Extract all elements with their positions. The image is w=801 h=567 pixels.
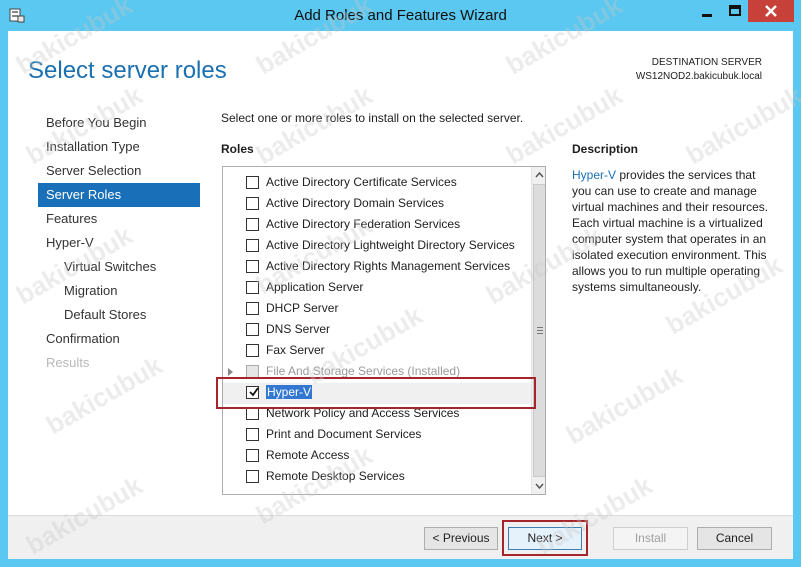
roles-list[interactable]: Active Directory Certificate Services Ac… [222, 166, 546, 495]
description-highlight: Hyper-V [572, 168, 617, 182]
nav-features[interactable]: Features [38, 207, 200, 231]
grip-icon [537, 327, 543, 336]
role-label: Active Directory Lightweight Directory S… [266, 238, 515, 252]
role-label: Active Directory Rights Management Servi… [266, 259, 511, 273]
scroll-thumb[interactable] [533, 184, 545, 477]
description-header: Description [572, 142, 639, 156]
role-checkbox[interactable] [246, 470, 259, 483]
wizard-nav: Before You Begin Installation Type Serve… [38, 111, 200, 375]
role-label: Active Directory Certificate Services [266, 175, 457, 189]
nav-confirmation[interactable]: Confirmation [38, 327, 200, 351]
role-checkbox[interactable] [246, 197, 259, 210]
role-label: Application Server [266, 280, 364, 294]
wizard-client: Select server roles DESTINATION SERVER W… [8, 31, 793, 559]
hyper-v-highlight-frame [216, 377, 536, 409]
role-row[interactable]: Remote Access [223, 446, 531, 467]
cancel-button[interactable]: Cancel [697, 527, 772, 550]
install-button: Install [613, 527, 688, 550]
role-row[interactable]: Remote Desktop Services [223, 467, 531, 488]
close-button[interactable] [748, 0, 794, 22]
role-label: File And Storage Services (Installed) [266, 364, 461, 378]
destination-server-name: WS12NOD2.bakicubuk.local [635, 71, 762, 82]
role-checkbox[interactable] [246, 281, 259, 294]
expand-arrow-icon[interactable] [228, 368, 233, 376]
role-row[interactable]: Active Directory Certificate Services [223, 173, 531, 194]
role-row[interactable]: Print and Document Services [223, 425, 531, 446]
nav-installation-type[interactable]: Installation Type [38, 135, 200, 159]
role-label: Fax Server [266, 343, 325, 357]
role-label: Print and Document Services [266, 427, 422, 441]
role-checkbox[interactable] [246, 302, 259, 315]
role-row[interactable]: DNS Server [223, 320, 531, 341]
minimize-button[interactable] [694, 0, 720, 22]
nav-virtual-switches[interactable]: Virtual Switches [38, 255, 200, 279]
role-row[interactable]: DHCP Server [223, 299, 531, 320]
role-row[interactable]: Active Directory Domain Services [223, 194, 531, 215]
role-row[interactable]: Active Directory Rights Management Servi… [223, 257, 531, 278]
role-label: Active Directory Domain Services [266, 196, 445, 210]
destination-label: DESTINATION SERVER [651, 57, 762, 68]
window-title: Add Roles and Features Wizard [294, 7, 507, 24]
role-row[interactable]: Active Directory Federation Services [223, 215, 531, 236]
role-checkbox[interactable] [246, 260, 259, 273]
role-checkbox[interactable] [246, 176, 259, 189]
destination-server-info: DESTINATION SERVER WS12NOD2.bakicubuk.lo… [636, 56, 762, 84]
nav-results: Results [46, 355, 90, 370]
scroll-down-icon[interactable] [533, 478, 546, 493]
scroll-up-icon[interactable] [533, 168, 546, 183]
next-highlight-frame [502, 520, 588, 556]
role-checkbox[interactable] [246, 218, 259, 231]
role-label: Active Directory Federation Services [266, 217, 461, 231]
previous-button[interactable]: < Previous [424, 527, 498, 550]
maximize-button[interactable] [722, 0, 748, 22]
role-label: DNS Server [266, 322, 331, 336]
role-row[interactable]: Active Directory Lightweight Directory S… [223, 236, 531, 257]
nav-before-you-begin[interactable]: Before You Begin [38, 111, 200, 135]
role-row[interactable]: Fax Server [223, 341, 531, 362]
close-icon [765, 5, 777, 17]
nav-default-stores[interactable]: Default Stores [38, 303, 200, 327]
title-bar[interactable]: Add Roles and Features Wizard [0, 0, 801, 31]
role-label: Remote Desktop Services [266, 469, 405, 483]
nav-migration[interactable]: Migration [38, 279, 200, 303]
role-row[interactable]: Application Server [223, 278, 531, 299]
page-title: Select server roles [28, 57, 227, 84]
role-checkbox[interactable] [246, 344, 259, 357]
minimize-icon [702, 14, 712, 17]
role-checkbox[interactable] [246, 428, 259, 441]
instruction-text: Select one or more roles to install on t… [221, 111, 524, 125]
nav-server-roles[interactable]: Server Roles [38, 183, 200, 207]
nav-hyper-v[interactable]: Hyper-V [38, 231, 200, 255]
role-checkbox[interactable] [246, 323, 259, 336]
role-checkbox[interactable] [246, 239, 259, 252]
nav-server-selection[interactable]: Server Selection [38, 159, 200, 183]
wizard-window: Add Roles and Features Wizard Select ser… [0, 0, 801, 567]
roles-header: Roles [221, 142, 254, 156]
description-text: Hyper-V provides the services that you c… [572, 167, 772, 295]
maximize-icon [729, 5, 741, 16]
role-checkbox[interactable] [246, 449, 259, 462]
role-label: DHCP Server [266, 301, 339, 315]
role-label: Remote Access [266, 448, 350, 462]
roles-scrollbar[interactable] [531, 167, 546, 494]
description-body: provides the services that you can use t… [572, 168, 769, 294]
